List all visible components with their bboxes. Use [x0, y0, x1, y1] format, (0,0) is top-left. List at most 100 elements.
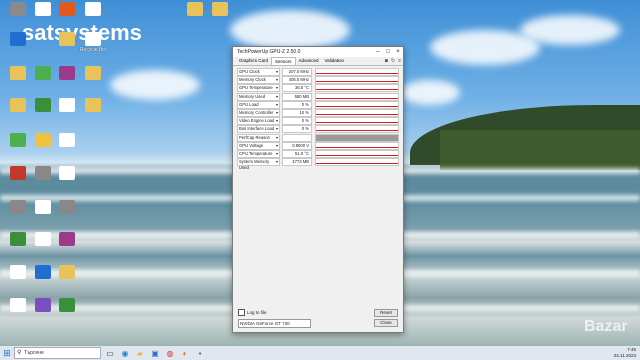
sensor-name[interactable]: PerfCap Reason: [237, 133, 280, 142]
checkbox-box[interactable]: [238, 309, 245, 316]
maximize-icon[interactable]: □: [383, 49, 393, 55]
desktop-icon[interactable]: Recycle Bin: [78, 32, 108, 62]
sensor-row: GPU Load0 %: [237, 100, 399, 109]
desktop-icon-image: [59, 232, 75, 246]
desktop-icon-image: [59, 66, 75, 80]
tab-graphics-card[interactable]: Graphics Card: [236, 57, 271, 65]
sensor-row: Memory Controller Load10 %: [237, 109, 399, 121]
sensor-name[interactable]: CPU Temperature: [237, 149, 280, 158]
sensor-graph-line: [316, 146, 398, 148]
sensor-value: [282, 133, 312, 142]
sensor-row: Bus Interface Load0 %: [237, 125, 399, 134]
desktop-icon-image: [85, 2, 101, 16]
desktop-icon-image: [10, 265, 26, 279]
window-footer: Log to file Reset NVIDIA GeForce GT 730 …: [236, 309, 400, 329]
sensor-graph: [315, 125, 399, 134]
tab-sensors[interactable]: Sensors: [271, 57, 296, 65]
cloud: [230, 10, 350, 50]
close-button[interactable]: Close: [374, 319, 398, 327]
desktop-icon-image: [10, 133, 26, 147]
desktop-icon-image: [10, 66, 26, 80]
reset-button[interactable]: Reset: [374, 309, 398, 317]
gpuz-taskbar-icon[interactable]: ▪: [194, 347, 206, 359]
store-icon[interactable]: ▣: [149, 347, 161, 359]
title-bar[interactable]: TechPowerUp GPU-Z 2.50.0 – □ ×: [233, 47, 403, 57]
desktop-icon[interactable]: [52, 298, 82, 328]
desktop-icon[interactable]: [3, 32, 33, 62]
firefox-icon[interactable]: ◐: [179, 347, 191, 359]
chrome-icon[interactable]: ◍: [164, 347, 176, 359]
sensor-graph: [315, 92, 399, 101]
clock-date: 24.11.2023: [613, 353, 636, 358]
desktop-icon-image: [85, 32, 101, 46]
sensor-graph: [315, 158, 399, 167]
sensor-row: System Memory Used4773 MB: [237, 158, 399, 170]
sensor-value: 0.8000 V: [282, 141, 312, 150]
desktop-icon-image: [35, 98, 51, 112]
cloud: [520, 15, 620, 45]
sensor-value: 0 %: [282, 100, 312, 109]
sensor-value: 36.0 °C: [282, 84, 312, 93]
sensor-graph: [315, 133, 399, 142]
desktop-icon[interactable]: [78, 66, 108, 96]
sensor-value: 0 %: [282, 125, 312, 134]
sensor-name[interactable]: Memory Used: [237, 92, 280, 101]
tab-validation[interactable]: Validation: [322, 57, 347, 65]
desktop-icon[interactable]: [52, 166, 82, 196]
desktop-icon[interactable]: [78, 98, 108, 128]
sensor-graph-line: [316, 130, 398, 132]
desktop-icon-image: [59, 98, 75, 112]
desktop-icon[interactable]: [52, 232, 82, 262]
desktop-icon-image: [59, 265, 75, 279]
sensor-name[interactable]: Video Engine Load: [237, 117, 280, 126]
gpu-select[interactable]: NVIDIA GeForce GT 730: [238, 319, 311, 328]
gpuz-window[interactable]: TechPowerUp GPU-Z 2.50.0 – □ × Graphics …: [232, 46, 404, 333]
sensor-name[interactable]: System Memory Used: [237, 158, 280, 170]
brand-watermark: Bazar: [584, 318, 628, 335]
edge-icon[interactable]: ◉: [119, 347, 131, 359]
camera-icon[interactable]: ◙: [385, 58, 388, 64]
sensor-graph: [315, 141, 399, 150]
sensor-graph-line: [316, 163, 398, 165]
desktop-icon[interactable]: [52, 133, 82, 163]
sensor-list: GPU Clock207.0 MHzMemory Clock405.0 MHzG…: [233, 66, 403, 170]
desktop-icon-image: [10, 32, 26, 46]
search-input[interactable]: Търсене: [14, 347, 101, 359]
sensor-name[interactable]: GPU Voltage: [237, 141, 280, 150]
sensor-graph: [315, 100, 399, 109]
sensor-value: 0 %: [282, 117, 312, 126]
sensor-name[interactable]: GPU Clock: [237, 68, 280, 77]
tab-advanced[interactable]: Advanced: [296, 57, 322, 65]
file-explorer-icon[interactable]: ▰: [134, 347, 146, 359]
desktop-icon[interactable]: [205, 2, 235, 32]
sensor-graph-line: [316, 105, 398, 107]
sensor-name[interactable]: GPU Load: [237, 100, 280, 109]
cloud: [400, 80, 460, 105]
desktop-icon-image: [59, 166, 75, 180]
desktop-icon[interactable]: [52, 265, 82, 295]
windows-start-icon[interactable]: ⊞: [0, 346, 14, 360]
taskbar: ⊞ Търсене ▭ ◉ ▰ ▣ ◍ ◐ ▪ 7:46 24.11.2023: [0, 346, 640, 360]
desktop-icon-image: [10, 232, 26, 246]
sensor-name[interactable]: Memory Controller Load: [237, 109, 280, 121]
desktop-icon-image: [35, 298, 51, 312]
sensor-graph: [315, 149, 399, 158]
log-to-file-checkbox[interactable]: Log to file: [238, 309, 267, 316]
close-icon[interactable]: ×: [393, 49, 403, 55]
desktop-icon[interactable]: [78, 2, 108, 32]
sensor-name[interactable]: Memory Clock: [237, 76, 280, 85]
system-tray[interactable]: 7:46 24.11.2023: [614, 347, 636, 359]
menu-icon[interactable]: ≡: [398, 58, 401, 64]
desktop-icon-image: [10, 98, 26, 112]
sensor-value: 207.0 MHz: [282, 68, 312, 77]
minimize-icon[interactable]: –: [373, 49, 383, 55]
desktop-icon-label: Recycle Bin: [79, 47, 107, 53]
sensor-name[interactable]: Bus Interface Load: [237, 125, 280, 134]
refresh-icon[interactable]: ↻: [391, 58, 395, 64]
task-view-icon[interactable]: ▭: [104, 347, 116, 359]
sensor-name[interactable]: GPU Temperature: [237, 84, 280, 93]
desktop-icon-image: [10, 200, 26, 214]
desktop-icon-image: [35, 133, 51, 147]
sensor-graph-line: [316, 122, 398, 124]
desktop-icon[interactable]: [52, 200, 82, 230]
